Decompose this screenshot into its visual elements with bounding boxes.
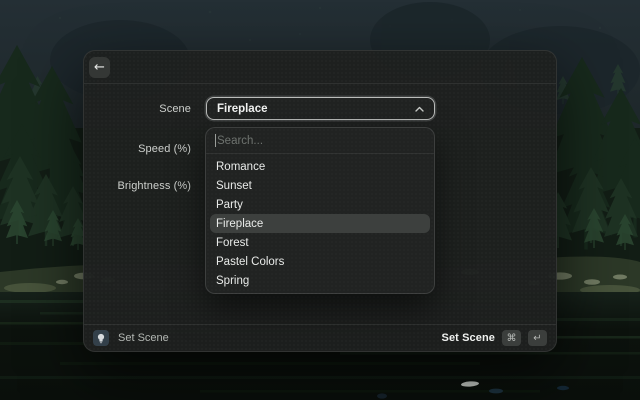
dropdown-option-romance[interactable]: Romance (210, 157, 430, 176)
dropdown-option-sunset[interactable]: Sunset (210, 176, 430, 195)
brightness-label: Brightness (%) (84, 180, 191, 192)
action-label: Set Scene (442, 332, 495, 344)
chevron-up-icon (415, 106, 424, 112)
footer-command-title: Set Scene (118, 332, 169, 344)
dropdown-search-row (206, 128, 434, 154)
return-key-icon: ↵ (528, 330, 547, 346)
scene-select-value: Fireplace (217, 103, 268, 115)
speed-label: Speed (%) (84, 143, 191, 155)
back-arrow-icon: ← (94, 61, 105, 74)
dropdown-option-forest[interactable]: Forest (210, 233, 430, 252)
scene-dropdown-panel: Romance Sunset Party Fireplace Forest Pa… (205, 127, 435, 294)
dropdown-search-input[interactable] (206, 128, 434, 153)
dropdown-option-spring[interactable]: Spring (210, 271, 430, 290)
dropdown-option-pastel-colors[interactable]: Pastel Colors (210, 252, 430, 271)
dropdown-option-fireplace[interactable]: Fireplace (210, 214, 430, 233)
dialog-header: ← (84, 51, 556, 84)
set-scene-action-button[interactable]: Set Scene ⌘ ↵ (442, 330, 547, 346)
text-caret (215, 134, 216, 147)
back-button[interactable]: ← (89, 57, 110, 78)
lightbulb-icon (93, 330, 109, 346)
dialog-footer: Set Scene Set Scene ⌘ ↵ (84, 324, 556, 351)
command-key-icon: ⌘ (502, 330, 521, 346)
scene-select[interactable]: Fireplace (206, 97, 435, 120)
dropdown-option-party[interactable]: Party (210, 195, 430, 214)
set-scene-dialog: ← Scene Speed (%) Brightness (%) Firepla… (83, 50, 557, 352)
scene-label: Scene (84, 103, 191, 115)
dropdown-option-list: Romance Sunset Party Fireplace Forest Pa… (206, 154, 434, 293)
footer-left: Set Scene (93, 330, 169, 346)
